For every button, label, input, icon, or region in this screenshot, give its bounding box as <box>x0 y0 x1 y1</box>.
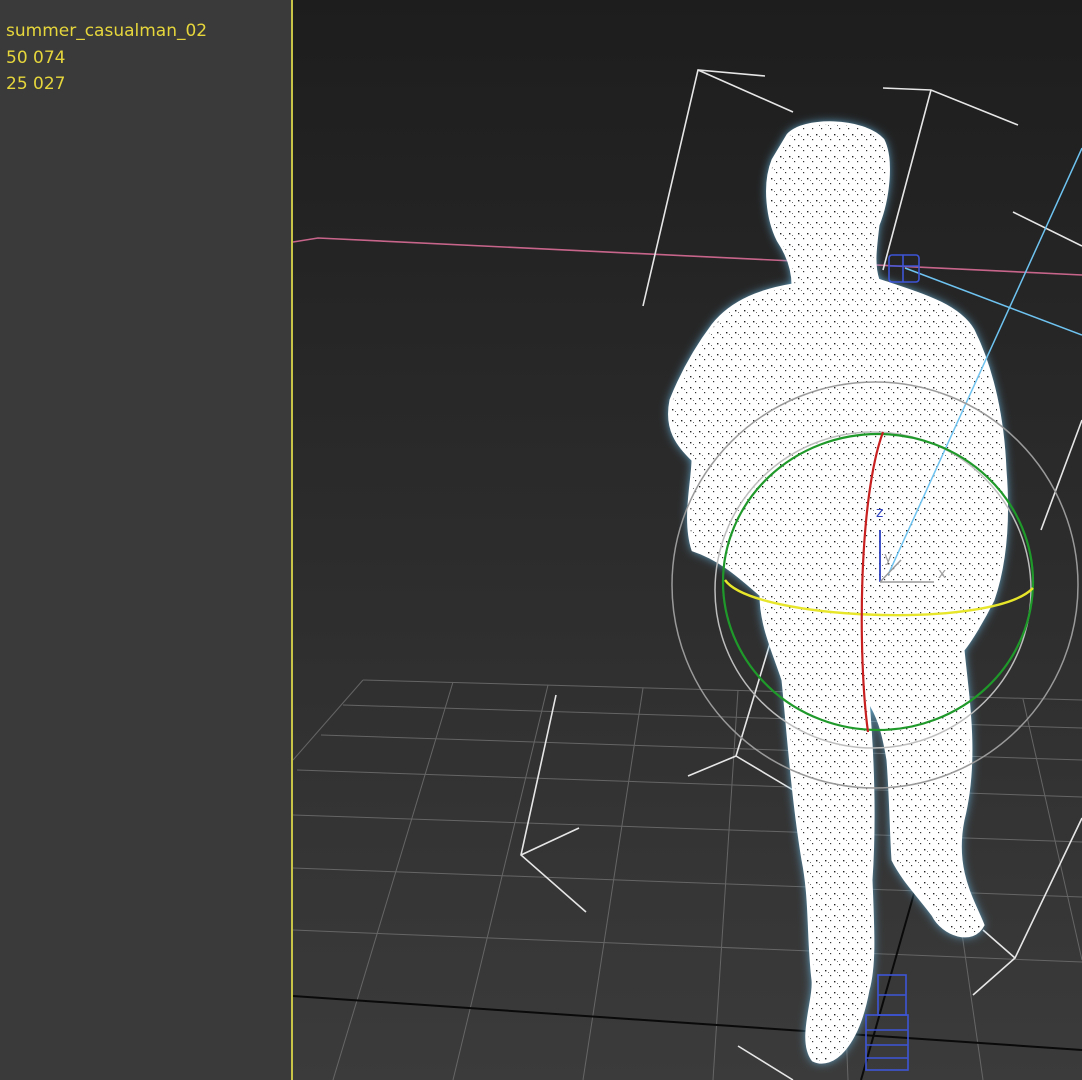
left-viewport[interactable]: summer_casualman_02 50 074 25 027 <box>0 0 291 1080</box>
z-axis-label: z <box>876 505 883 521</box>
perspective-viewport[interactable]: z y x <box>293 0 1082 1080</box>
y-axis-label: y <box>884 550 892 566</box>
object-name: summer_casualman_02 <box>6 21 208 41</box>
vertex-count: 25 027 <box>6 74 66 94</box>
viewport-statistics: summer_casualman_02 50 074 25 027 <box>6 18 207 98</box>
x-axis-label: x <box>938 566 946 582</box>
viewport-canvas[interactable]: z y x <box>293 0 1082 1080</box>
polygon-count: 50 074 <box>6 47 66 68</box>
